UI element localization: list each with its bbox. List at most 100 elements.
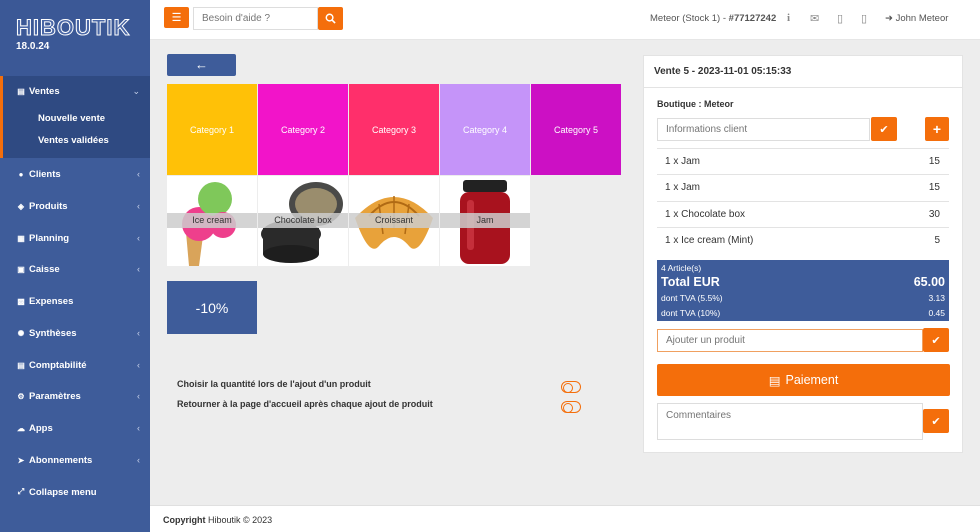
category-tile[interactable]: Category 4 (440, 84, 530, 175)
logo-text: HIBOUTIK (15, 15, 131, 41)
category-tile[interactable]: Category 1 (167, 84, 257, 175)
quantity-toggle[interactable] (561, 381, 581, 393)
menu-toggle-button[interactable]: ☰ (164, 7, 189, 28)
sign-out-icon: ➜ (885, 13, 893, 24)
user-menu[interactable]: ➜ John Meteor (885, 13, 948, 24)
store-info: Meteor (Stock 1) - #77127242 (650, 13, 776, 24)
sidebar-item-label: Caisse (29, 263, 60, 275)
sidebar-item-caisse[interactable]: ▣ Caisse ‹ (0, 259, 150, 279)
chevron-left-icon: ‹ (137, 264, 140, 274)
comments-textarea[interactable] (657, 403, 923, 440)
help-search-input[interactable] (193, 7, 318, 30)
help-search-button[interactable] (318, 7, 343, 30)
sale-line[interactable]: 1 x Jam 15 (657, 174, 949, 200)
sidebar-item-label: Expenses (29, 295, 74, 307)
article-count: 4 Article(s) (661, 263, 702, 273)
product-tile[interactable]: Jam (440, 176, 530, 266)
category-tile[interactable]: Category 3 (349, 84, 439, 175)
search-icon (325, 13, 336, 24)
user-icon: ● (18, 169, 24, 179)
sidebar-subitem-ventes-validees[interactable]: Ventes validées (38, 135, 109, 146)
line-item: 1 x Jam (665, 182, 701, 193)
briefcase-icon: ▩ (17, 296, 25, 306)
footer: Copyright Hiboutik © 2023 (150, 505, 980, 532)
chevron-left-icon: ‹ (137, 423, 140, 433)
chevron-left-icon: ‹ (137, 391, 140, 401)
tablet-icon[interactable]: ▯ (837, 12, 843, 25)
sidebar-item-produits[interactable]: ◈ Produits ‹ (0, 196, 150, 216)
payment-button[interactable]: ▤ Paiement (657, 364, 950, 396)
sale-line[interactable]: 1 x Chocolate box 30 (657, 201, 949, 227)
rocket-icon: ➤ (17, 455, 25, 465)
category-tile[interactable]: Category 2 (258, 84, 348, 175)
sidebar-item-expenses[interactable]: ▩ Expenses (0, 291, 150, 311)
sidebar-item-comptabilite[interactable]: ▤ Comptabilité ‹ (0, 355, 150, 375)
cloud-icon: ☁ (17, 423, 25, 433)
total-value: 65.00 (913, 275, 945, 289)
sidebar-item-label: Collapse menu (29, 486, 97, 498)
comments-submit-button[interactable]: ✔ (923, 409, 949, 433)
return-home-toggle[interactable] (561, 401, 581, 413)
product-tile[interactable]: Croissant (349, 176, 439, 266)
chevron-left-icon: ‹ (137, 233, 140, 243)
add-product-input[interactable] (657, 329, 923, 352)
sidebar-item-syntheses[interactable]: ✺ Synthèses ‹ (0, 323, 150, 343)
sidebar-subitem-nouvelle-vente[interactable]: Nouvelle vente (38, 113, 105, 124)
collapse-menu-button[interactable]: ⤢ Collapse menu (0, 482, 150, 502)
client-confirm-button[interactable]: ✔ (871, 117, 897, 141)
check-icon: ✔ (931, 415, 941, 428)
add-client-button[interactable]: + (925, 117, 949, 141)
gears-icon: ⚙ (17, 391, 25, 401)
line-item: 1 x Chocolate box (665, 209, 746, 220)
app-version: 18.0.24 (16, 41, 50, 52)
sidebar-item-parametres[interactable]: ⚙ Paramètres ‹ (0, 386, 150, 406)
envelope-icon[interactable]: ✉ (810, 12, 819, 25)
line-amount: 15 (928, 156, 940, 167)
product-tile[interactable]: Chocolate box (258, 176, 348, 266)
tag-icon: ◈ (17, 201, 25, 211)
sidebar-item-label: Produits (29, 200, 68, 212)
calendar-icon: ▦ (17, 233, 25, 243)
line-amount: 15 (928, 182, 940, 193)
tva-label: dont TVA (10%) (661, 308, 721, 318)
check-icon: ✔ (879, 123, 889, 136)
info-icon[interactable]: i (787, 12, 790, 24)
discount-button[interactable]: -10% (167, 281, 257, 334)
sale-line[interactable]: 1 x Ice cream (Mint) 5 (657, 227, 949, 253)
back-button[interactable]: ← (167, 54, 236, 76)
chevron-left-icon: ‹ (137, 455, 140, 465)
option-label: Retourner à la page d'accueil après chaq… (177, 399, 433, 409)
logo: HIBOUTIK 18.0.24 (0, 0, 150, 76)
chevron-down-icon: ⌄ (132, 85, 140, 96)
sidebar-item-ventes[interactable]: ▤ Ventes ⌄ (0, 81, 150, 101)
product-label: Jam (440, 213, 530, 228)
user-name: John Meteor (895, 13, 949, 24)
client-info-input[interactable] (657, 118, 870, 141)
sidebar-item-label: Clients (29, 168, 61, 180)
topbar: ☰ Meteor (Stock 1) - #77127242 i ✉ ▯ ▯ ➜… (150, 0, 980, 40)
sidebar-item-clients[interactable]: ● Clients ‹ (0, 164, 150, 184)
line-amount: 30 (928, 209, 940, 220)
chevron-left-icon: ‹ (137, 201, 140, 211)
payment-label: Paiement (785, 373, 839, 387)
tva-value: 3.13 (928, 293, 945, 303)
sidebar-item-abonnements[interactable]: ➤ Abonnements ‹ (0, 450, 150, 470)
line-item: 1 x Jam (665, 156, 701, 167)
tva-label: dont TVA (5.5%) (661, 293, 723, 303)
sale-title: Vente 5 - 2023-11-01 05:15:33 (644, 56, 962, 88)
total-label: Total EUR (661, 275, 720, 289)
sale-panel: Vente 5 - 2023-11-01 05:15:33 Boutique :… (643, 55, 963, 453)
product-tile[interactable]: Ice cream (167, 176, 257, 266)
sidebar-item-planning[interactable]: ▦ Planning ‹ (0, 228, 150, 248)
sidebar-item-label: Comptabilité (29, 359, 87, 371)
sidebar-item-apps[interactable]: ☁ Apps ‹ (0, 418, 150, 438)
product-label: Croissant (349, 213, 439, 228)
sidebar-item-label: Ventes (29, 85, 60, 97)
sidebar-item-label: Planning (29, 232, 70, 244)
chevron-left-icon: ‹ (137, 328, 140, 338)
category-tile[interactable]: Category 5 (531, 84, 621, 175)
add-product-button[interactable]: ✔ (923, 328, 949, 352)
sale-line[interactable]: 1 x Jam 15 (657, 148, 949, 174)
mobile-icon[interactable]: ▯ (861, 12, 867, 25)
tva-value: 0.45 (928, 308, 945, 318)
